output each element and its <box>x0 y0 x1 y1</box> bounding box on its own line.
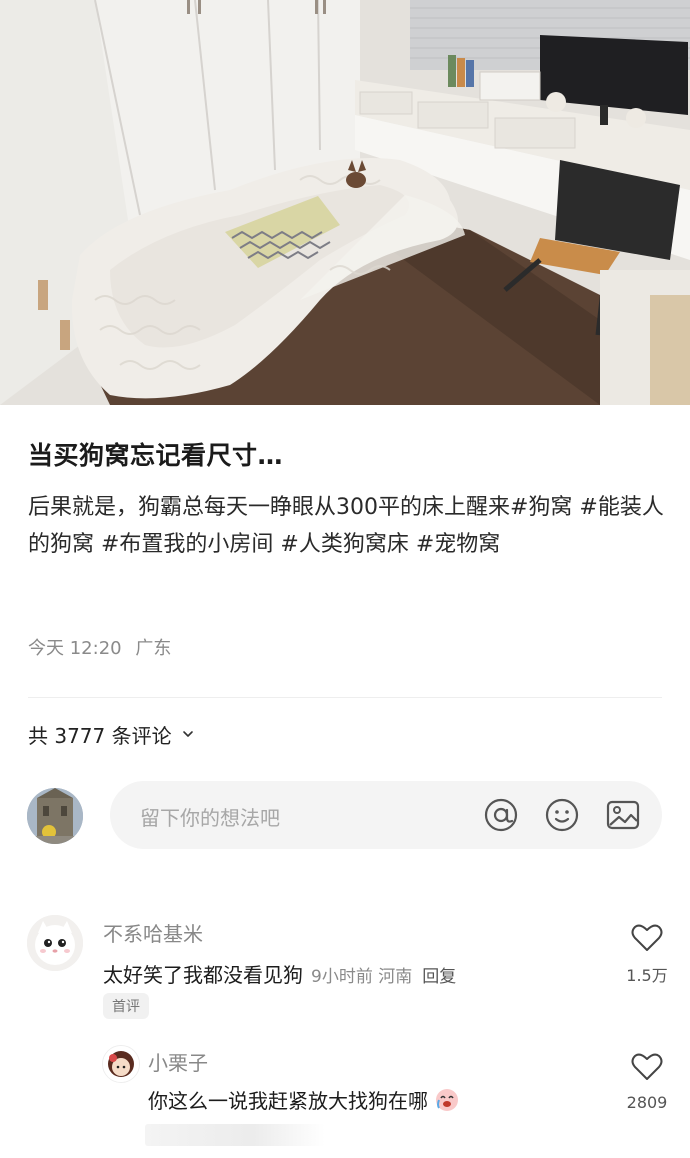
comment-username[interactable]: 不系哈基米 <box>103 918 203 947</box>
comment-text: 太好笑了我都没看见狗 <box>103 963 303 987</box>
image-icon[interactable] <box>604 796 642 834</box>
avatar-image <box>27 788 83 844</box>
reply-body: 你这么一说我赶紧放大找狗在哪 <box>148 1085 460 1114</box>
my-avatar[interactable] <box>27 788 83 844</box>
comment-time: 9小时前 <box>311 967 373 987</box>
comment-meta: 9小时前 河南 回复 <box>311 967 456 987</box>
reply-avatar[interactable] <box>102 1045 140 1083</box>
chevron-down-icon <box>182 731 193 737</box>
comment-input-placeholder: 留下你的想法吧 <box>140 806 280 830</box>
divider <box>28 697 662 698</box>
comment-body: 太好笑了我都没看见狗 9小时前 河南 回复 <box>103 959 456 988</box>
cat-avatar-image <box>27 915 83 971</box>
comment-count-label: 共 3777 条评论 <box>28 723 172 748</box>
comment-input[interactable]: 留下你的想法吧 <box>110 781 662 849</box>
truncated-content <box>145 1124 325 1146</box>
comment-avatar[interactable] <box>27 915 83 971</box>
post-photo[interactable] <box>0 0 690 405</box>
reply-like-count: 2809 <box>626 1093 668 1112</box>
post-meta: 今天 12:20 广东 <box>28 634 171 660</box>
post-body: 后果就是，狗霸总每天一睁眼从300平的床上醒来#狗窝 #能装人的狗窝 #布置我的… <box>28 495 664 557</box>
heart-icon[interactable] <box>630 921 664 955</box>
post-time: 今天 12:20 <box>28 638 122 659</box>
smile-icon[interactable] <box>543 796 581 834</box>
comment-location: 河南 <box>378 967 413 987</box>
laugh-cry-emoji-icon <box>436 1089 459 1111</box>
post-title: 当买狗窝忘记看尺寸… <box>28 441 284 470</box>
comment-count-toggle[interactable]: 共 3777 条评论 <box>28 718 194 750</box>
chibi-avatar-image <box>103 1046 139 1082</box>
at-icon[interactable] <box>482 796 520 834</box>
room-photo-illustration <box>0 0 690 405</box>
reply-text: 你这么一说我赶紧放大找狗在哪 <box>148 1089 428 1113</box>
post-location: 广东 <box>135 638 172 659</box>
like-count: 1.5万 <box>626 966 668 985</box>
heart-icon[interactable] <box>630 1050 664 1084</box>
reply-button[interactable]: 回复 <box>422 967 456 987</box>
reply-username[interactable]: 小栗子 <box>148 1047 208 1076</box>
first-comment-badge: 首评 <box>103 993 149 1019</box>
